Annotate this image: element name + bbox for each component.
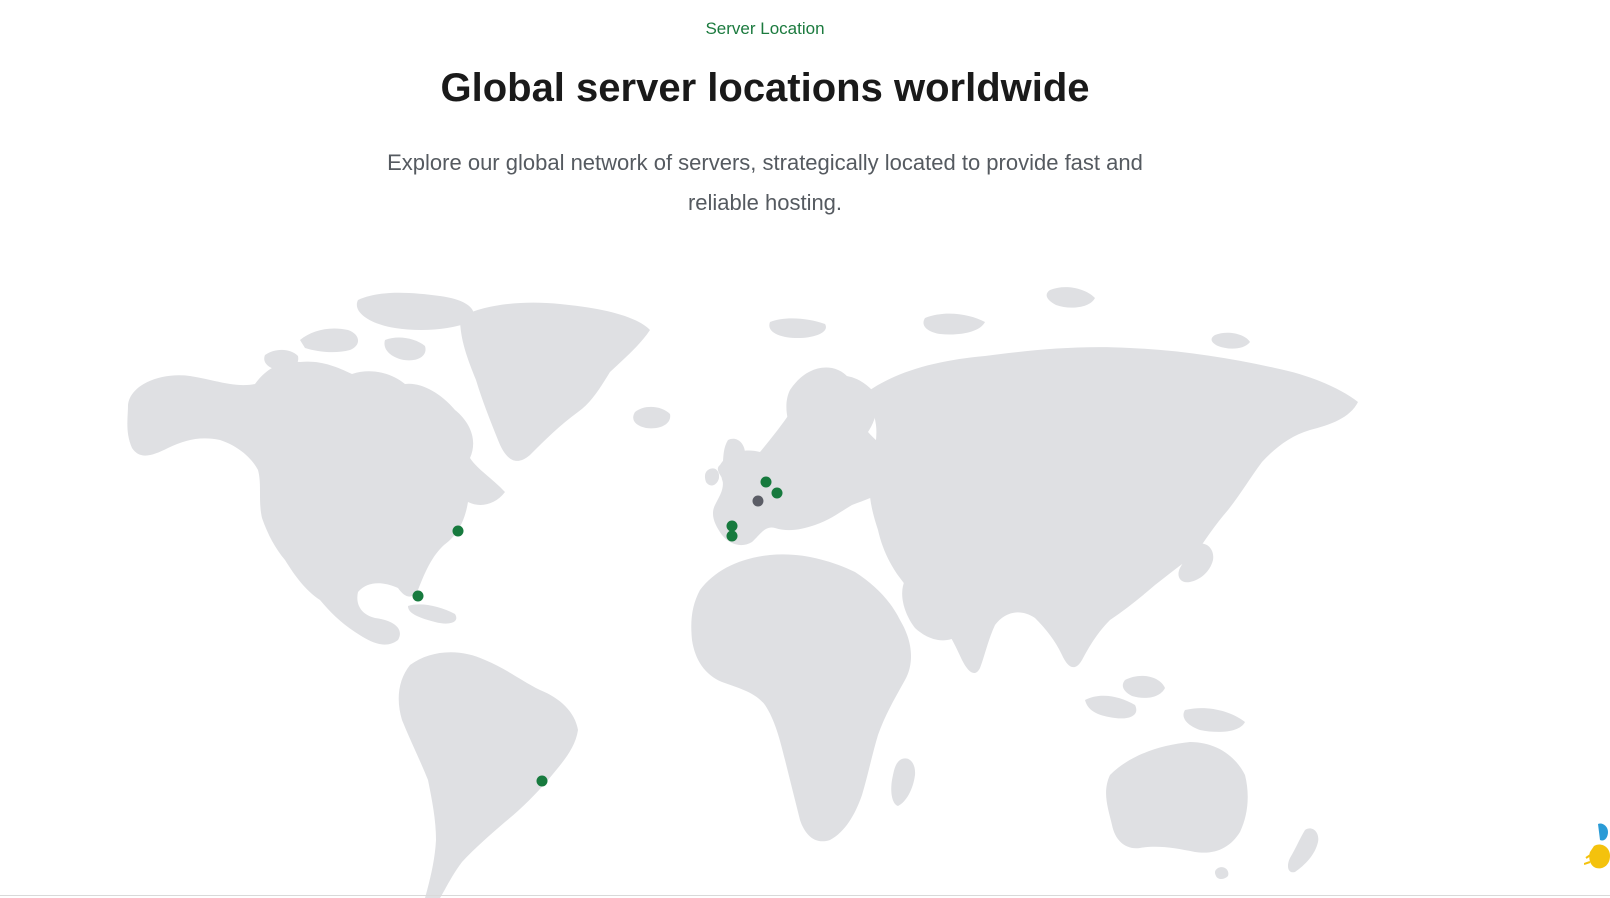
marker-us-southeast[interactable] [412, 590, 424, 602]
landmass-southeast-asia [1085, 675, 1245, 732]
marker-spain-south[interactable] [726, 530, 738, 542]
section-eyebrow: Server Location [705, 19, 825, 38]
landmass-canada-islands [264, 292, 474, 371]
marker-brazil[interactable] [536, 775, 548, 787]
landmass-africa [691, 554, 912, 842]
landmass-australia [1106, 742, 1248, 853]
landmass-iceland [633, 406, 671, 429]
landmass-north-america [127, 361, 505, 645]
landmass-madagascar [891, 758, 916, 806]
chat-widget-icon[interactable] [1583, 818, 1610, 878]
landmass-asia [869, 347, 1358, 674]
section-title: Global server locations worldwide [440, 66, 1090, 110]
landmass-caribbean [408, 604, 457, 624]
section-subtitle: Explore our global network of servers, s… [387, 150, 1143, 215]
marker-spain-north[interactable] [726, 520, 738, 532]
marker-france[interactable] [752, 495, 764, 507]
landmass-greenland [460, 302, 650, 461]
landmass-arctic-islands [769, 287, 1250, 349]
server-location-section: Server Location Global server locations … [0, 0, 1610, 898]
world-map [127, 287, 1358, 898]
section-divider [0, 895, 1610, 896]
landmass-group [127, 287, 1358, 898]
marker-germany[interactable] [771, 487, 783, 499]
marker-us-east[interactable] [452, 525, 464, 537]
landmass-south-america [398, 652, 578, 898]
marker-uk[interactable] [760, 476, 772, 488]
